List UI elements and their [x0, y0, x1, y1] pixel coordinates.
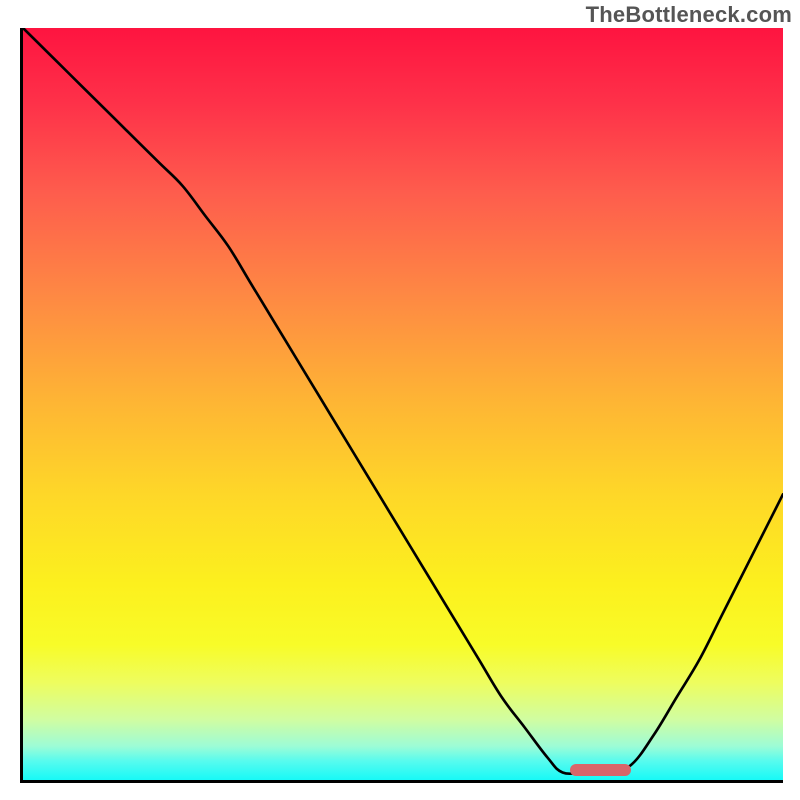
- site-watermark: TheBottleneck.com: [586, 2, 792, 28]
- plot-area: [20, 28, 783, 783]
- minimum-marker: [570, 764, 631, 776]
- bottleneck-curve: [23, 28, 783, 774]
- curve-layer: [23, 28, 783, 780]
- chart-stage: TheBottleneck.com: [0, 0, 800, 800]
